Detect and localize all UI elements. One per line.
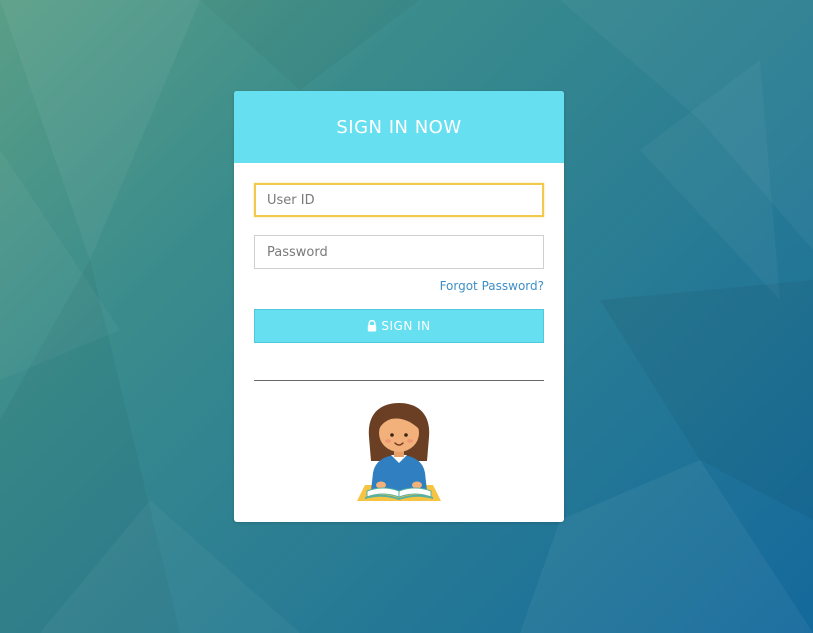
login-card-header: SIGN IN NOW [234, 91, 564, 163]
divider [254, 380, 544, 381]
lock-icon [368, 320, 377, 332]
forgot-password-link[interactable]: Forgot Password? [440, 279, 544, 293]
login-title: SIGN IN NOW [336, 116, 462, 138]
sign-in-label: SIGN IN [381, 319, 431, 333]
login-card: SIGN IN NOW Forgot Password? SIGN IN [234, 91, 564, 522]
girl-reading-book-illustration [357, 403, 441, 501]
user-id-input[interactable] [254, 183, 544, 217]
password-input[interactable] [254, 235, 544, 269]
sign-in-button[interactable]: SIGN IN [254, 309, 544, 343]
